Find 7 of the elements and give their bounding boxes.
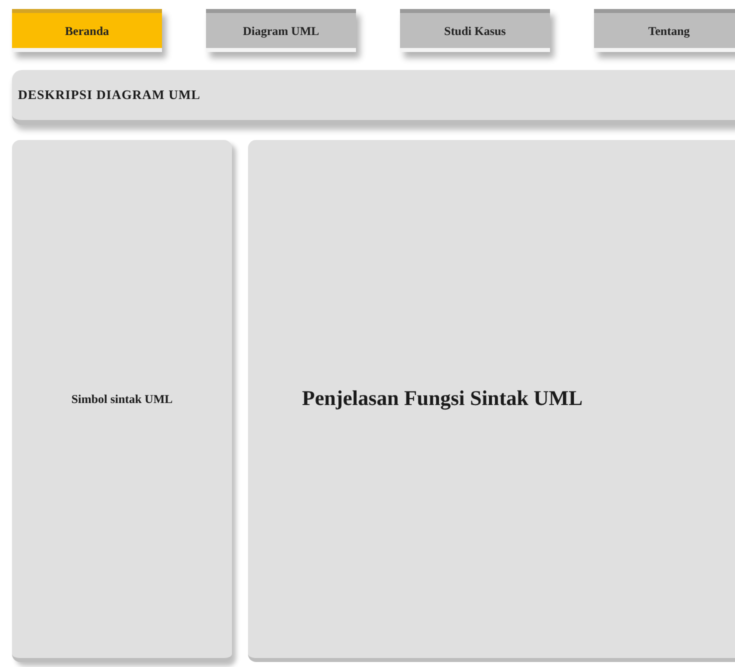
page-title: DESKRIPSI DIAGRAM UML bbox=[18, 86, 200, 104]
nav-tab[interactable]: Studi Kasus bbox=[400, 9, 550, 52]
nav-tab[interactable]: Diagram UML bbox=[206, 9, 356, 52]
sidebar-text: Simbol sintak UML bbox=[71, 391, 173, 408]
content-text: Penjelasan Fungsi Sintak UML bbox=[302, 385, 583, 412]
nav-tab[interactable]: Tentang bbox=[594, 9, 735, 52]
nav-tab[interactable]: Beranda bbox=[12, 9, 162, 52]
